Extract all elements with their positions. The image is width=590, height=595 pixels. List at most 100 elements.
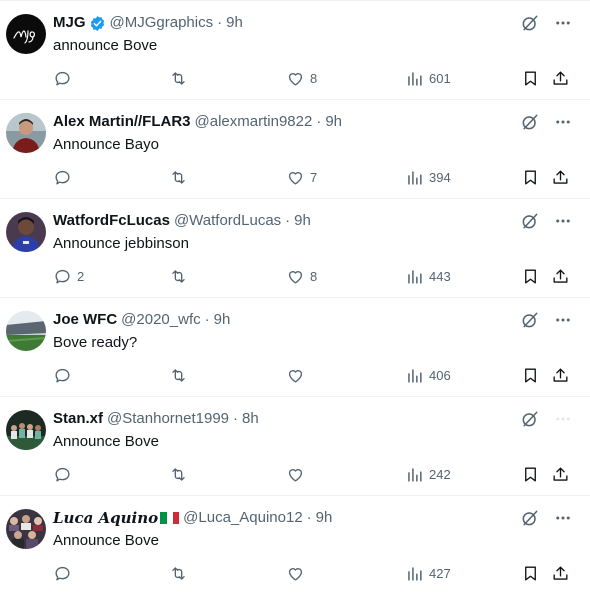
tweet-header: Alex Martin//FLAR3 @alexmartin9822 · 9h <box>53 112 342 132</box>
views-button[interactable]: 394 <box>405 167 451 187</box>
reply-button[interactable] <box>53 464 77 484</box>
view-count: 443 <box>429 268 451 284</box>
reply-button[interactable] <box>53 68 77 88</box>
bookmark-button[interactable] <box>521 167 540 187</box>
tweet-text: Announce jebbinson <box>53 235 189 252</box>
reply-count: 2 <box>77 268 85 284</box>
share-button[interactable] <box>551 167 570 187</box>
views-button[interactable]: 242 <box>405 464 451 484</box>
views-button[interactable]: 443 <box>405 266 451 286</box>
retweet-button[interactable] <box>169 266 193 286</box>
retweet-button[interactable] <box>169 365 193 385</box>
more-icon[interactable] <box>554 14 572 32</box>
timestamp[interactable]: 8h <box>242 409 259 429</box>
separator-dot: · <box>306 509 312 526</box>
like-button[interactable] <box>286 464 310 484</box>
handle[interactable]: @Luca_Aquino12 <box>183 508 303 528</box>
share-button[interactable] <box>551 365 570 385</box>
tweet[interactable]: MJG @MJGgraphics · 9h announce Bove 8 60… <box>0 1 590 100</box>
avatar-stadium <box>6 311 46 351</box>
bookmark-button[interactable] <box>521 68 540 88</box>
avatar[interactable] <box>6 311 46 351</box>
reply-button[interactable] <box>53 563 77 583</box>
tweet-top-actions <box>520 13 572 33</box>
timestamp[interactable]: 9h <box>316 508 333 528</box>
retweet-button[interactable] <box>169 167 193 187</box>
like-button[interactable]: 8 <box>286 68 317 88</box>
timestamp[interactable]: 9h <box>325 112 342 132</box>
like-button[interactable]: 8 <box>286 266 317 286</box>
more-icon[interactable] <box>554 113 572 131</box>
avatar[interactable] <box>6 509 46 549</box>
display-name[interactable]: Joe WFC <box>53 310 117 330</box>
tweet-text: announce Bove <box>53 37 158 54</box>
grok-icon[interactable] <box>520 13 540 33</box>
share-button[interactable] <box>551 266 570 286</box>
display-name[interactable]: MJG <box>53 13 86 33</box>
timestamp[interactable]: 9h <box>214 310 231 330</box>
view-count: 406 <box>429 367 451 383</box>
handle[interactable]: @WatfordLucas <box>174 211 281 231</box>
bookmark-button[interactable] <box>521 464 540 484</box>
views-button[interactable]: 601 <box>405 68 451 88</box>
more-icon[interactable] <box>554 212 572 230</box>
avatar[interactable] <box>6 212 46 252</box>
more-icon[interactable] <box>554 311 572 329</box>
views-icon <box>408 368 422 383</box>
bookmark-button[interactable] <box>521 563 540 583</box>
share-button[interactable] <box>551 563 570 583</box>
reply-icon <box>55 269 70 284</box>
tweet-header: Joe WFC @2020_wfc · 9h <box>53 310 230 330</box>
more-icon[interactable] <box>554 509 572 527</box>
grok-icon[interactable] <box>520 310 540 330</box>
grok-icon[interactable] <box>520 409 540 429</box>
retweet-icon <box>172 170 185 184</box>
views-button[interactable]: 427 <box>405 563 451 583</box>
reply-button[interactable] <box>53 167 77 187</box>
handle[interactable]: @2020_wfc <box>121 310 200 330</box>
tweet-top-actions <box>520 310 572 330</box>
bookmark-icon <box>525 367 536 383</box>
tweet-header: MJG @MJGgraphics · 9h <box>53 13 243 33</box>
tweet[interactable]: Joe WFC @2020_wfc · 9h Bove ready? 406 <box>0 298 590 397</box>
more-icon[interactable] <box>554 410 572 428</box>
bookmark-button[interactable] <box>521 365 540 385</box>
retweet-button[interactable] <box>169 563 193 583</box>
tweet[interactable]: Luca Aquino @Luca_Aquino12 · 9h Announce… <box>0 496 590 595</box>
handle[interactable]: @alexmartin9822 <box>195 112 313 132</box>
grok-icon[interactable] <box>520 508 540 528</box>
handle[interactable]: @Stanhornet1999 <box>107 409 229 429</box>
share-icon <box>553 367 568 382</box>
retweet-button[interactable] <box>169 464 193 484</box>
avatar[interactable] <box>6 14 46 54</box>
display-name[interactable]: Luca Aquino <box>53 508 158 528</box>
avatar[interactable] <box>6 410 46 450</box>
display-name[interactable]: Stan.xf <box>53 409 103 429</box>
reply-button[interactable]: 2 <box>53 266 84 286</box>
retweet-button[interactable] <box>169 68 193 88</box>
reply-icon <box>55 467 70 482</box>
separator-dot: · <box>233 410 239 427</box>
handle[interactable]: @MJGgraphics <box>110 13 214 33</box>
display-name[interactable]: Alex Martin//FLAR3 <box>53 112 191 132</box>
grok-icon[interactable] <box>520 112 540 132</box>
like-button[interactable] <box>286 365 310 385</box>
reply-button[interactable] <box>53 365 77 385</box>
bookmark-button[interactable] <box>521 266 540 286</box>
timestamp[interactable]: 9h <box>226 13 243 33</box>
like-button[interactable]: 7 <box>286 167 317 187</box>
tweet-top-actions <box>520 112 572 132</box>
share-button[interactable] <box>551 464 570 484</box>
display-name[interactable]: WatfordFcLucas <box>53 211 170 231</box>
tweet[interactable]: WatfordFcLucas @WatfordLucas · 9h Announ… <box>0 199 590 298</box>
like-count: 8 <box>310 70 318 86</box>
share-button[interactable] <box>551 68 570 88</box>
views-button[interactable]: 406 <box>405 365 451 385</box>
retweet-icon <box>172 467 185 481</box>
timestamp[interactable]: 9h <box>294 211 311 231</box>
tweet[interactable]: Stan.xf @Stanhornet1999 · 8h Announce Bo… <box>0 397 590 496</box>
like-button[interactable] <box>286 563 310 583</box>
grok-icon[interactable] <box>520 211 540 231</box>
tweet[interactable]: Alex Martin//FLAR3 @alexmartin9822 · 9h … <box>0 100 590 199</box>
avatar[interactable] <box>6 113 46 153</box>
